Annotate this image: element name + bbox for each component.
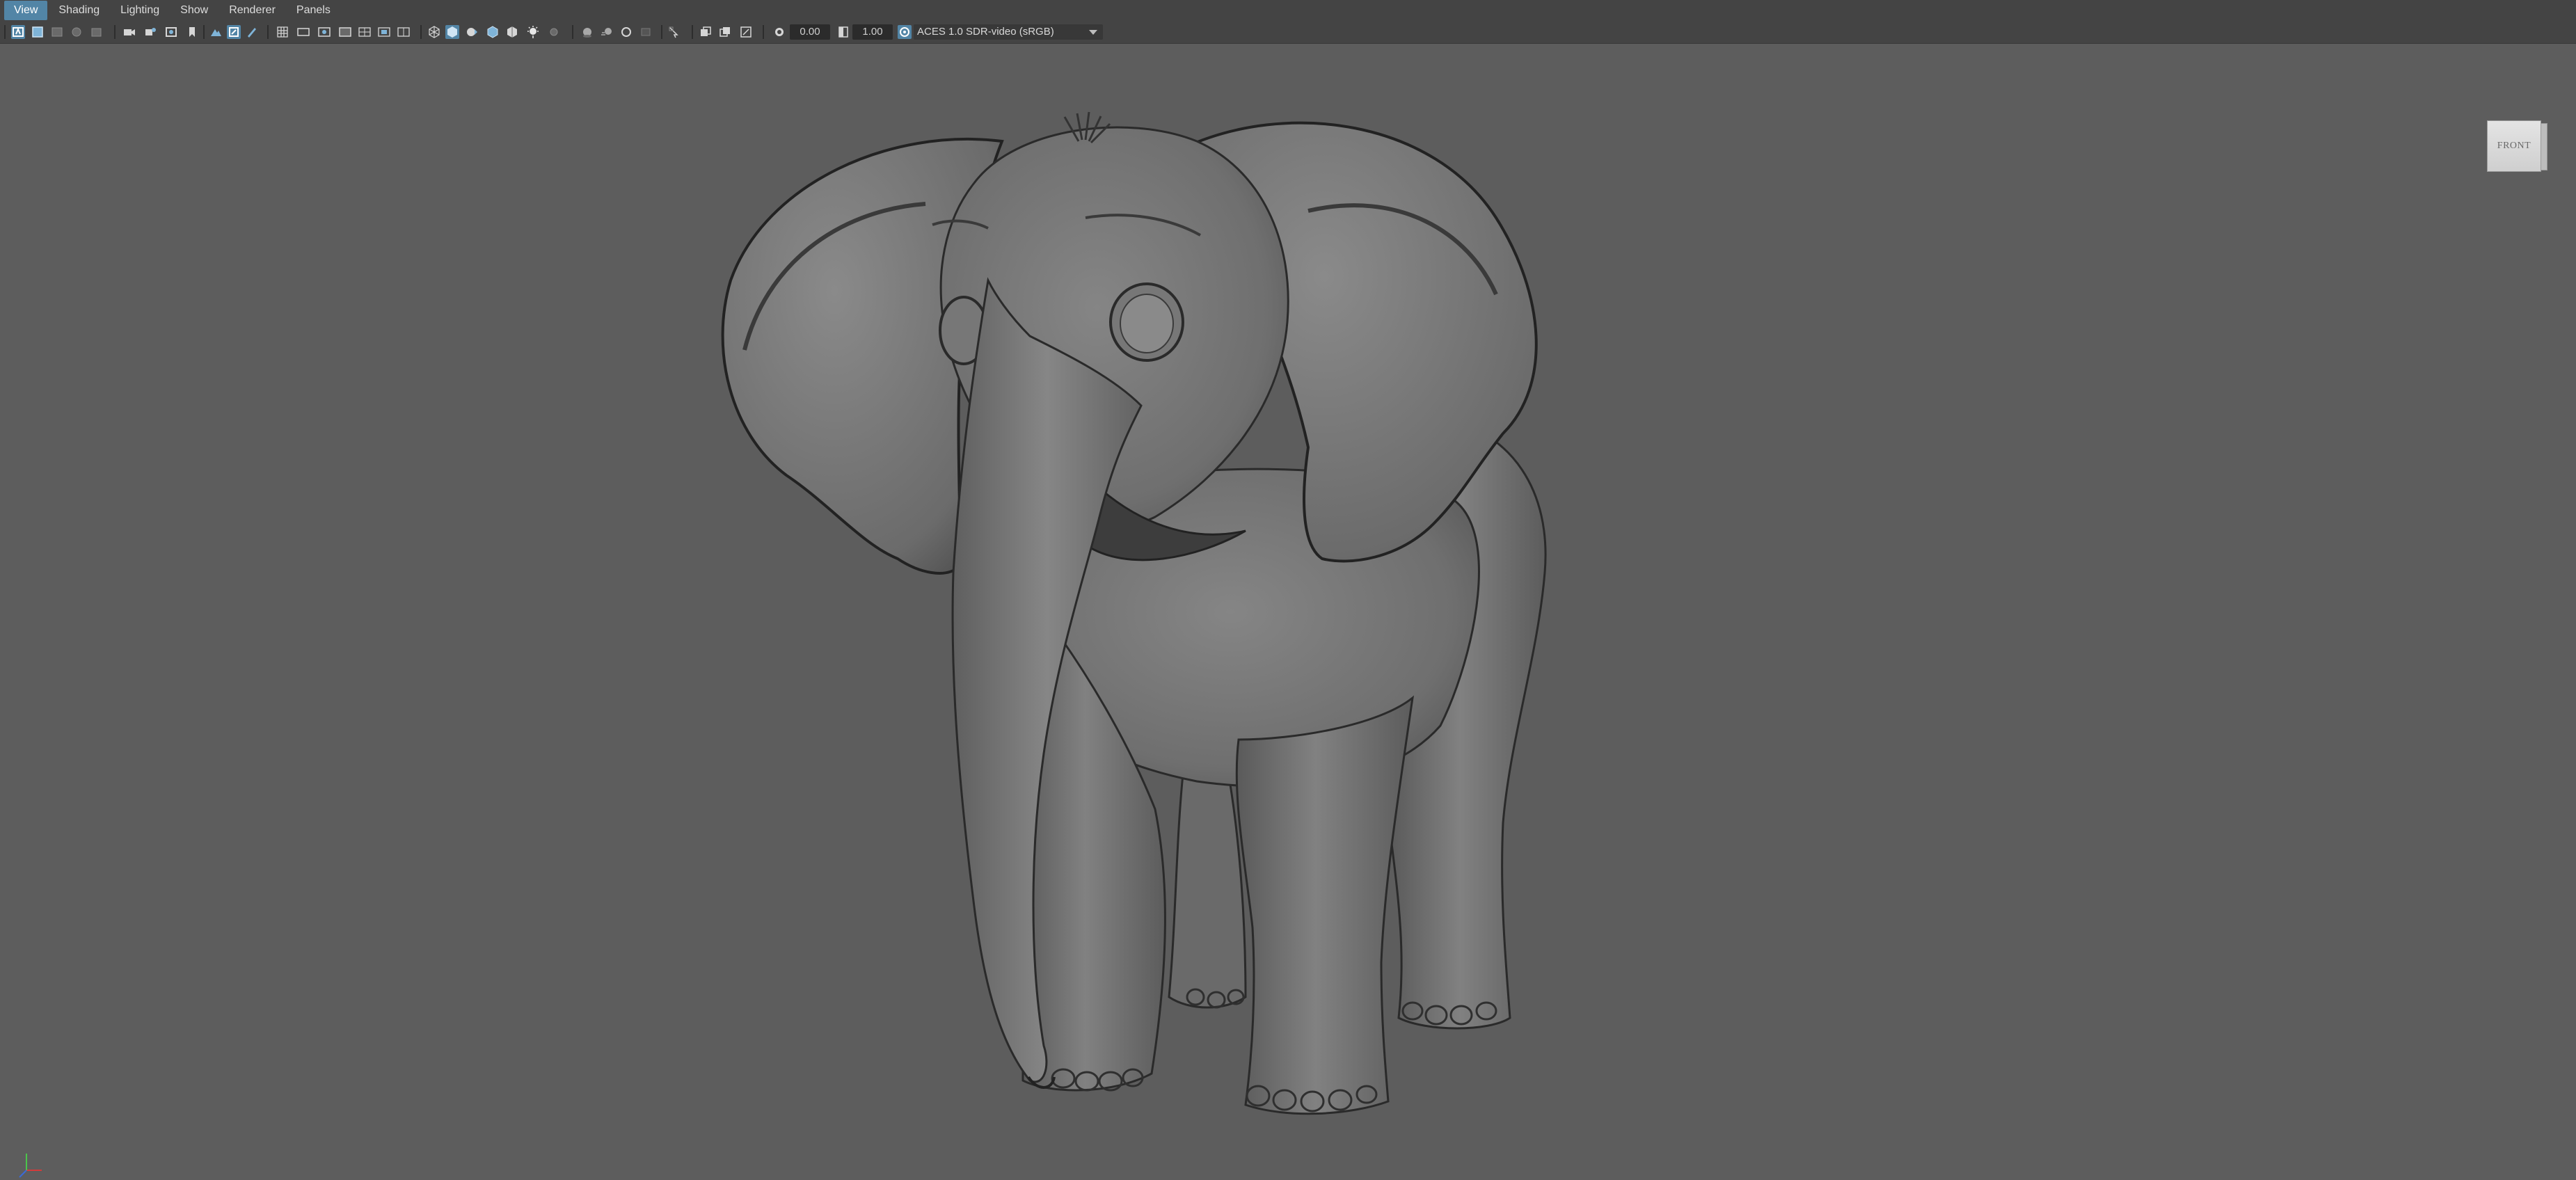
xray-joints-icon[interactable] (718, 25, 732, 39)
image-plane-icon[interactable] (89, 25, 103, 39)
toolbar-separator (661, 25, 662, 39)
smooth-shade-icon[interactable] (445, 25, 459, 39)
menu-renderer[interactable]: Renderer (219, 1, 285, 20)
camera-attributes-icon[interactable] (50, 25, 64, 39)
view-cube-side-face[interactable] (2541, 123, 2547, 170)
camera-attributes-icon[interactable] (164, 25, 178, 39)
xray-icon[interactable] (699, 25, 713, 39)
multisample-aa-icon[interactable] (619, 25, 633, 39)
viewport-toolbar: 0.00 1.00 ACES 1.0 SDR-video (sRGB) (0, 21, 2576, 44)
elephant-model[interactable] (0, 44, 2576, 1157)
3d-viewport[interactable]: FRONT (0, 44, 2576, 1178)
gamma-icon[interactable] (836, 25, 850, 39)
exposure-field[interactable]: 0.00 (790, 24, 830, 40)
screen-space-ao-icon[interactable] (580, 25, 594, 39)
color-management-icon[interactable] (898, 25, 912, 39)
elephant-eye-right-inner (1120, 294, 1174, 353)
color-management-label: ACES 1.0 SDR-video (sRGB) (917, 26, 1054, 38)
toolbar-separator (114, 25, 116, 39)
view-cube[interactable]: FRONT (2487, 120, 2547, 172)
film-gate-icon[interactable] (296, 25, 310, 39)
viewport-menu-bar: View Shading Lighting Show Renderer Pane… (0, 0, 2576, 21)
toolbar-separator (420, 25, 422, 39)
isolate-select-icon[interactable] (668, 25, 682, 39)
toolbar-separator (267, 25, 269, 39)
wireframe-on-shaded-icon[interactable] (486, 25, 500, 39)
select-camera-icon[interactable] (11, 25, 25, 39)
menu-show[interactable]: Show (170, 1, 218, 20)
toolbar-separator (692, 25, 693, 39)
exposure-icon[interactable] (772, 25, 786, 39)
2d-pan-zoom-icon[interactable] (227, 25, 241, 39)
elephant-back-leg-left (1168, 751, 1247, 1009)
toolbar-separator (4, 25, 6, 39)
depth-of-field-icon[interactable] (639, 25, 653, 39)
image-plane-icon[interactable] (209, 25, 223, 39)
resolution-gate-icon[interactable] (317, 25, 331, 39)
toolbar-separator (203, 25, 205, 39)
camera-switch-icon[interactable] (143, 25, 157, 39)
menu-lighting[interactable]: Lighting (111, 1, 169, 20)
film-camera-icon[interactable] (122, 25, 136, 39)
shadows-icon[interactable] (547, 25, 561, 39)
wireframe-icon[interactable] (427, 25, 441, 39)
xray-components-icon[interactable] (739, 25, 753, 39)
chevron-down-icon (1089, 30, 1097, 35)
elephant-front-leg-right (1235, 695, 1415, 1115)
lock-camera-icon[interactable] (31, 25, 45, 39)
bookmarks-icon[interactable] (70, 25, 84, 39)
menu-panels[interactable]: Panels (287, 1, 340, 20)
safe-title-icon[interactable] (397, 25, 411, 39)
grease-pencil-icon[interactable] (245, 25, 259, 39)
toolbar-separator (572, 25, 573, 39)
use-all-lights-icon[interactable] (526, 25, 540, 39)
textured-icon[interactable] (505, 25, 519, 39)
motion-blur-icon[interactable] (600, 25, 614, 39)
default-material-icon[interactable] (465, 25, 479, 39)
grid-icon[interactable] (276, 25, 289, 39)
bookmarks-icon[interactable] (185, 25, 199, 39)
gate-mask-icon[interactable] (338, 25, 352, 39)
view-cube-front-face[interactable]: FRONT (2487, 120, 2541, 172)
toolbar-separator (763, 25, 764, 39)
menu-view[interactable]: View (4, 1, 48, 20)
gamma-field[interactable]: 1.00 (852, 24, 893, 40)
axis-indicator-icon (19, 1154, 42, 1178)
field-chart-icon[interactable] (358, 25, 372, 39)
safe-action-icon[interactable] (377, 25, 391, 39)
menu-shading[interactable]: Shading (49, 1, 109, 20)
